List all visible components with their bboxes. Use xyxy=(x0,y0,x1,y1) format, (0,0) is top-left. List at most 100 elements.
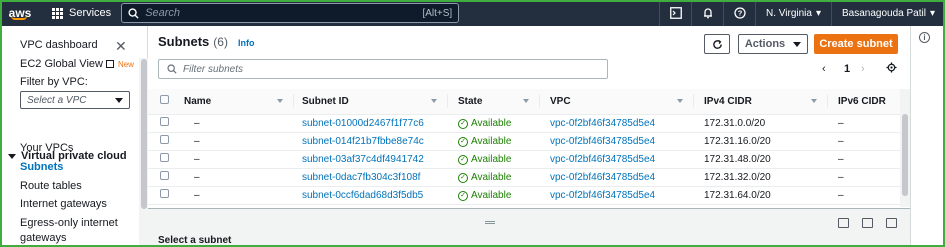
table-row[interactable]: – subnet-014f21b7fbbe8e74c ✓ Available vpc-0… xyxy=(148,132,908,151)
next-page-button[interactable]: › xyxy=(861,63,865,75)
cloudshell-button[interactable] xyxy=(659,0,691,26)
account-menu[interactable]: Basanagouda Patil ▾ xyxy=(831,0,945,26)
svg-text:?: ? xyxy=(737,9,742,18)
account-user-label: Basanagouda Patil xyxy=(842,7,926,19)
sidebar-scrollbar-thumb[interactable] xyxy=(141,59,147,209)
table-scrollbar-thumb[interactable] xyxy=(902,114,908,196)
subnet-id-link[interactable]: subnet-01000d2467f1f77c6 xyxy=(294,118,424,129)
column-header-subnet-id[interactable]: Subnet ID xyxy=(294,89,448,115)
column-header-name[interactable]: Name xyxy=(184,89,294,115)
search-icon xyxy=(167,64,177,74)
table-row[interactable]: – subnet-0dac7fb304c3f108f ✓ Available vpc-0… xyxy=(148,168,908,187)
caret-down-icon xyxy=(115,97,123,103)
info-icon[interactable]: i xyxy=(919,32,930,43)
column-label: State xyxy=(458,95,483,107)
sidebar-item-vpc-dashboard[interactable]: VPC dashboard xyxy=(20,39,98,51)
cell-ipv6-cidr: – xyxy=(838,153,844,165)
subnet-id-link[interactable]: subnet-0dac7fb304c3f108f xyxy=(294,172,420,183)
column-label: Subnet ID xyxy=(302,95,349,107)
column-label: IPv4 CIDR xyxy=(704,95,752,107)
cell-name: – xyxy=(194,153,200,165)
navigation-sidebar: VPC dashboard ✕ EC2 Global View New Filte… xyxy=(2,26,148,247)
search-icon xyxy=(128,7,139,19)
row-checkbox[interactable] xyxy=(160,153,169,162)
table-row[interactable]: – subnet-0ccf6dad68d3f5db5 ✓ Available vpc-0… xyxy=(148,186,908,205)
prev-page-button[interactable]: ‹ xyxy=(822,63,826,75)
actions-button[interactable]: Actions xyxy=(738,34,808,54)
detail-panel-title: Select a subnet xyxy=(158,235,232,246)
subnet-id-link[interactable]: subnet-014f21b7fbbe8e74c xyxy=(294,136,424,147)
external-link-icon xyxy=(105,60,114,68)
sidebar-item-egress-only-gateways[interactable]: Egress-only internet gateways xyxy=(20,216,130,246)
vpc-filter-select[interactable]: Select a VPC xyxy=(20,91,130,109)
state-label: Available xyxy=(471,154,512,165)
vpc-id-link[interactable]: vpc-0f2bf46f34785d5e4 xyxy=(540,136,655,147)
detail-split-panel: Select a subnet xyxy=(148,208,910,247)
resize-handle[interactable] xyxy=(485,221,495,224)
subnet-id-link[interactable]: subnet-0ccf6dad68d3f5db5 xyxy=(294,190,423,201)
aws-smile-icon xyxy=(11,16,27,20)
check-circle-icon: ✓ xyxy=(458,190,468,201)
create-subnet-button[interactable]: Create subnet xyxy=(814,34,898,54)
table-row[interactable]: – subnet-01000d2467f1f77c6 ✓ Available vpc-0… xyxy=(148,114,908,133)
sidebar-item-route-tables[interactable]: Route tables xyxy=(20,180,82,192)
filter-placeholder: Filter subnets xyxy=(183,63,244,75)
state-badge: ✓ Available xyxy=(448,190,511,201)
services-grid-icon xyxy=(52,7,63,19)
column-header-vpc[interactable]: VPC xyxy=(540,89,694,115)
column-header-state[interactable]: State xyxy=(448,89,540,115)
help-panel-rail: i xyxy=(910,26,945,247)
vpc-id-link[interactable]: vpc-0f2bf46f34785d5e4 xyxy=(540,154,655,165)
split-bottom-icon[interactable] xyxy=(838,218,849,228)
sidebar-item-your-vpcs[interactable]: Your VPCs xyxy=(20,142,73,154)
global-search-input[interactable]: Search [Alt+S] xyxy=(121,3,460,23)
check-circle-icon: ✓ xyxy=(458,118,468,129)
column-header-ipv6-cidr[interactable]: IPv6 CIDR xyxy=(828,89,908,115)
page-number[interactable]: 1 xyxy=(844,63,850,75)
subnet-id-link[interactable]: subnet-03af37c4df4941742 xyxy=(294,154,424,165)
cell-name: – xyxy=(194,135,200,147)
row-checkbox[interactable] xyxy=(160,171,169,180)
sidebar-item-subnets[interactable]: Subnets xyxy=(20,161,63,173)
state-badge: ✓ Available xyxy=(448,154,511,165)
top-navigation-bar: aws Services Search [Alt+S] ? N. Virgini… xyxy=(0,0,945,26)
column-header-ipv4-cidr[interactable]: IPv4 CIDR xyxy=(694,89,828,115)
filter-subnets-input[interactable]: Filter subnets xyxy=(158,59,608,79)
split-hide-icon[interactable] xyxy=(886,218,897,228)
sort-caret-icon xyxy=(277,99,283,104)
state-label: Available xyxy=(471,118,512,129)
sidebar-item-internet-gateways[interactable]: Internet gateways xyxy=(20,198,107,210)
split-side-icon[interactable] xyxy=(862,218,873,228)
bell-icon xyxy=(703,8,712,19)
services-label: Services xyxy=(69,7,112,19)
sidebar-item-ec2-global-view[interactable]: EC2 Global View New xyxy=(20,58,134,70)
row-checkbox[interactable] xyxy=(160,189,169,198)
services-menu-button[interactable]: Services xyxy=(40,0,121,26)
row-checkbox[interactable] xyxy=(160,117,169,126)
table-header-row: Name Subnet ID State VPC IPv4 CIDR IPv6 … xyxy=(148,89,908,115)
subnets-table: Name Subnet ID State VPC IPv4 CIDR IPv6 … xyxy=(148,89,910,207)
aws-logo[interactable]: aws xyxy=(0,0,40,26)
select-all-checkbox[interactable] xyxy=(160,95,169,105)
notifications-button[interactable] xyxy=(691,0,723,26)
preferences-button[interactable] xyxy=(886,62,897,76)
refresh-icon xyxy=(712,39,722,49)
row-checkbox[interactable] xyxy=(160,135,169,144)
info-link[interactable]: Info xyxy=(238,38,255,48)
chevron-down-icon: ▾ xyxy=(929,7,935,19)
table-row[interactable]: – subnet-03af37c4df4941742 ✓ Available vpc-0… xyxy=(148,150,908,169)
region-selector[interactable]: N. Virginia ▾ xyxy=(755,0,831,26)
vpc-id-link[interactable]: vpc-0f2bf46f34785d5e4 xyxy=(540,172,655,183)
create-subnet-label: Create subnet xyxy=(819,38,893,50)
new-badge: New xyxy=(117,60,134,69)
state-label: Available xyxy=(471,190,512,201)
vpc-id-link[interactable]: vpc-0f2bf46f34785d5e4 xyxy=(540,118,655,129)
help-button[interactable]: ? xyxy=(723,0,755,26)
cloudshell-icon xyxy=(669,7,682,19)
cell-name: – xyxy=(194,189,200,201)
page-title: Subnets xyxy=(158,34,210,49)
subnet-count: (6) xyxy=(213,35,228,49)
close-icon[interactable]: ✕ xyxy=(115,38,127,55)
vpc-id-link[interactable]: vpc-0f2bf46f34785d5e4 xyxy=(540,190,655,201)
refresh-button[interactable] xyxy=(704,34,730,54)
